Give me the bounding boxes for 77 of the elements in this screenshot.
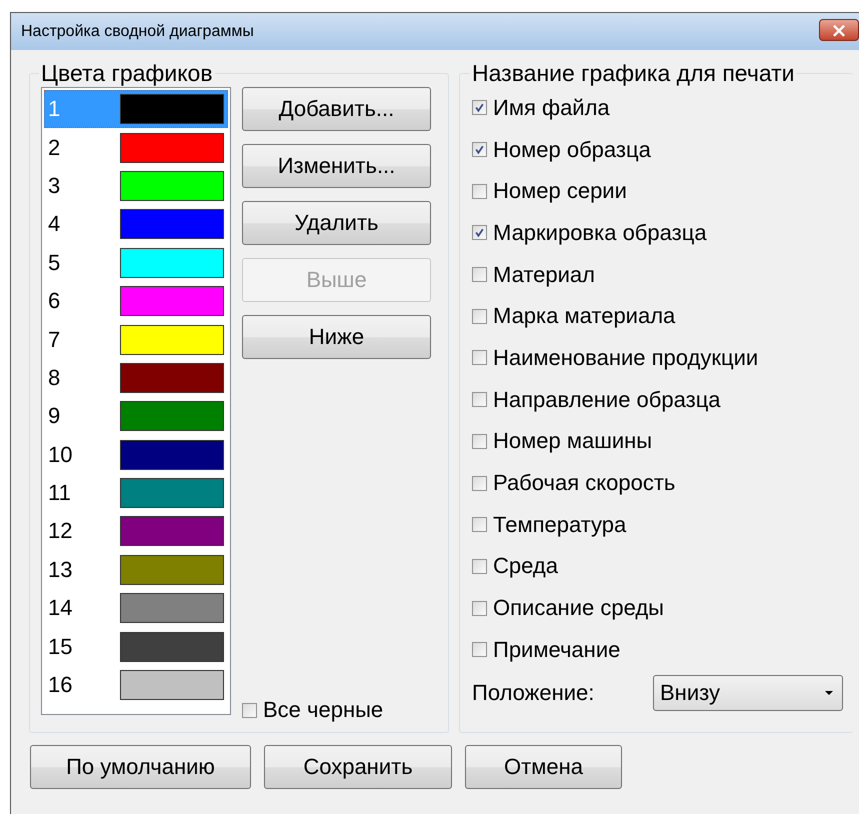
color-number: 10 bbox=[48, 442, 72, 468]
action-button[interactable]: Удалить bbox=[242, 201, 431, 245]
color-number: 13 bbox=[48, 556, 72, 583]
color-list-item[interactable]: 11 bbox=[44, 474, 228, 512]
checkbox[interactable] bbox=[472, 184, 487, 199]
checkbox-label: Температура bbox=[493, 512, 626, 538]
color-list-item[interactable]: 2 bbox=[44, 128, 228, 167]
checkbox-label: Номер машины bbox=[493, 428, 652, 454]
caret-icon bbox=[824, 690, 834, 696]
checkbox-label: Маркировка образца bbox=[493, 220, 707, 246]
checkbox-label: Имя файла bbox=[493, 94, 610, 121]
action-button[interactable]: Добавить... bbox=[242, 87, 431, 131]
checkbox[interactable] bbox=[472, 476, 487, 491]
checkbox[interactable] bbox=[472, 558, 487, 574]
checkbox-label: Описание среды bbox=[493, 595, 664, 622]
checkbox[interactable] bbox=[242, 702, 257, 718]
check-icon bbox=[474, 227, 485, 238]
color-list-item[interactable]: 16 bbox=[44, 666, 228, 704]
checkbox[interactable] bbox=[472, 600, 487, 616]
color-number: 5 bbox=[48, 250, 60, 276]
color-number: 1 bbox=[48, 96, 60, 122]
color-list-item[interactable]: 10 bbox=[44, 436, 228, 474]
checkbox-label: Номер серии bbox=[493, 178, 627, 204]
color-number: 14 bbox=[48, 595, 72, 622]
color-list-item[interactable]: 6 bbox=[44, 282, 228, 320]
footer-button[interactable]: Отмена bbox=[465, 745, 622, 789]
checkbox-label: Номер образца bbox=[493, 136, 651, 163]
checkbox[interactable] bbox=[472, 434, 487, 449]
position-label: Положение: bbox=[472, 680, 596, 706]
checkbox[interactable] bbox=[472, 392, 487, 408]
color-list-item[interactable]: 8 bbox=[44, 358, 228, 398]
checkbox[interactable] bbox=[472, 142, 487, 158]
color-list-item[interactable]: 7 bbox=[44, 320, 228, 359]
color-number: 15 bbox=[48, 634, 72, 660]
color-number: 3 bbox=[48, 172, 60, 199]
checkbox-label: Материал bbox=[493, 262, 595, 288]
checkbox[interactable] bbox=[472, 350, 487, 366]
checkbox-label: Наименование продукции bbox=[493, 344, 758, 371]
checkbox-label: Марка материала bbox=[493, 303, 676, 330]
checkbox[interactable] bbox=[472, 308, 487, 324]
action-button[interactable]: Изменить... bbox=[242, 144, 431, 188]
color-list-item[interactable]: 3 bbox=[44, 166, 228, 206]
checkbox-label: Направление образца bbox=[493, 386, 721, 413]
position-dropdown[interactable]: Внизу bbox=[653, 674, 843, 711]
color-number: 6 bbox=[48, 288, 60, 314]
color-list-item[interactable]: 9 bbox=[44, 397, 228, 436]
footer-button[interactable]: По умолчанию bbox=[30, 745, 251, 789]
checkbox-label: Рабочая скорость bbox=[493, 470, 676, 496]
action-button[interactable]: Ниже bbox=[242, 315, 431, 359]
group-title: Название графика для печати bbox=[471, 60, 796, 87]
checkbox[interactable] bbox=[472, 100, 487, 116]
check-icon bbox=[474, 102, 485, 114]
color-list-item[interactable]: 12 bbox=[44, 512, 228, 551]
check-icon bbox=[474, 144, 485, 156]
color-number: 16 bbox=[48, 672, 72, 698]
checkbox[interactable] bbox=[472, 267, 487, 282]
footer-button[interactable]: Сохранить bbox=[264, 745, 452, 789]
color-number: 9 bbox=[48, 403, 60, 430]
color-list-item[interactable]: 13 bbox=[44, 550, 228, 590]
color-number: 8 bbox=[48, 364, 60, 391]
checkbox-label: Среда bbox=[493, 553, 558, 580]
group-title: Цвета графиков bbox=[40, 60, 214, 87]
checkbox[interactable] bbox=[472, 517, 487, 532]
checkbox[interactable] bbox=[472, 642, 487, 658]
checkbox-label: Примечание bbox=[493, 636, 620, 663]
color-list-item[interactable]: 14 bbox=[44, 589, 228, 628]
color-list-item[interactable]: 5 bbox=[44, 244, 228, 282]
checkbox[interactable] bbox=[472, 225, 487, 240]
color-list-item[interactable]: 15 bbox=[44, 627, 228, 666]
color-number: 4 bbox=[48, 211, 60, 238]
color-number: 7 bbox=[48, 326, 60, 353]
color-number: 11 bbox=[48, 480, 71, 506]
checkbox-label: Все черные bbox=[263, 697, 384, 723]
window-title: Настройка сводной диаграммы bbox=[21, 22, 254, 40]
color-number: 2 bbox=[48, 134, 60, 161]
color-list-item[interactable]: 4 bbox=[44, 205, 228, 244]
color-number: 12 bbox=[48, 518, 72, 544]
